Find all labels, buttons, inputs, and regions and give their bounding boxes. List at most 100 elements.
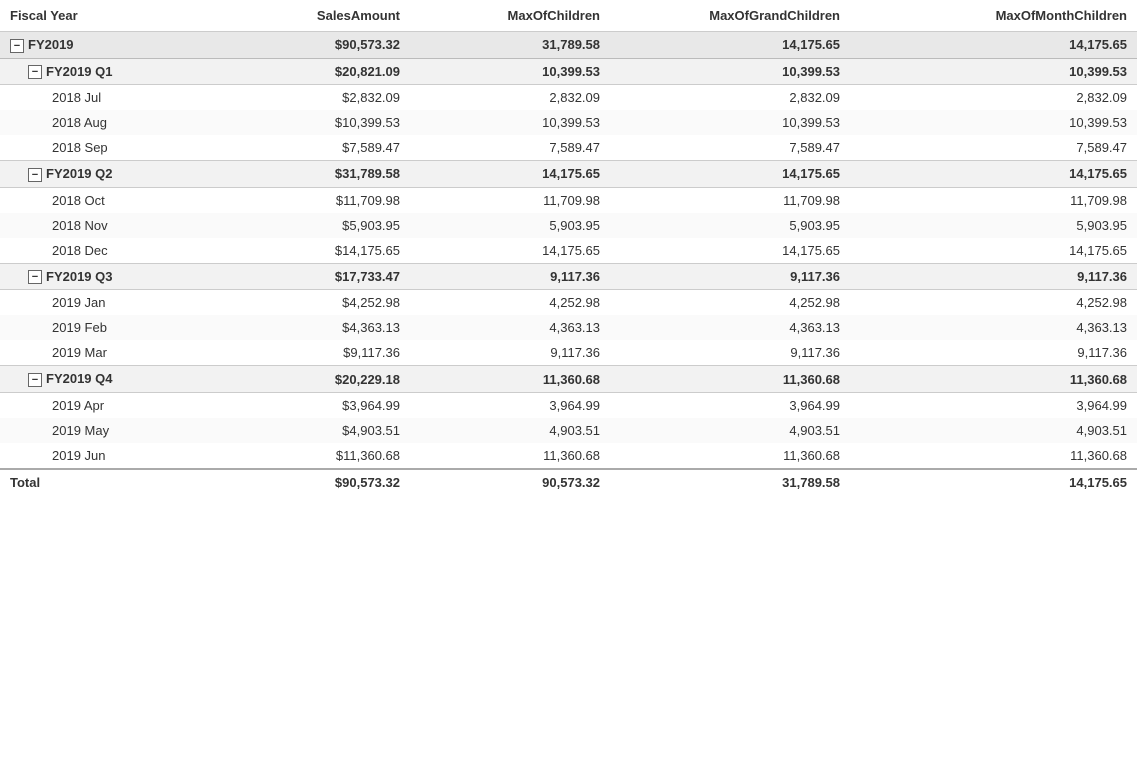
month-label: 2018 Nov xyxy=(0,213,210,238)
quarter-label: −FY2019 Q3 xyxy=(0,263,210,290)
table-row: 2019 Apr $3,964.99 3,964.99 3,964.99 3,9… xyxy=(0,392,1137,418)
max-grand-children: 10,399.53 xyxy=(610,110,850,135)
quarter-label-text: FY2019 Q3 xyxy=(46,269,113,284)
month-label: 2019 Jan xyxy=(0,290,210,316)
max-grand-children: 14,175.65 xyxy=(610,238,850,264)
max-children: 9,117.36 xyxy=(410,263,610,290)
max-month-children: 11,360.68 xyxy=(850,366,1137,393)
sales-amount: $31,789.58 xyxy=(210,161,410,188)
table-row: 2018 Aug $10,399.53 10,399.53 10,399.53 … xyxy=(0,110,1137,135)
quarter-label: −FY2019 Q4 xyxy=(0,366,210,393)
table-row: −FY2019 $90,573.32 31,789.58 14,175.65 1… xyxy=(0,32,1137,59)
sales-amount: $4,363.13 xyxy=(210,315,410,340)
month-label: 2018 Dec xyxy=(0,238,210,264)
sales-amount: $3,964.99 xyxy=(210,392,410,418)
expand-icon[interactable]: − xyxy=(28,65,42,79)
max-month-children: 10,399.53 xyxy=(850,58,1137,85)
month-label: 2019 Mar xyxy=(0,340,210,366)
fiscal-year-table: Fiscal Year SalesAmount MaxOfChildren Ma… xyxy=(0,0,1137,495)
max-grand-children: 11,709.98 xyxy=(610,187,850,213)
sales-amount: $11,709.98 xyxy=(210,187,410,213)
max-month-children: 7,589.47 xyxy=(850,135,1137,161)
sales-amount: $20,229.18 xyxy=(210,366,410,393)
max-children: 4,252.98 xyxy=(410,290,610,316)
max-month-children: 11,360.68 xyxy=(850,443,1137,469)
table-row: 2019 Jan $4,252.98 4,252.98 4,252.98 4,2… xyxy=(0,290,1137,316)
max-month-children: 3,964.99 xyxy=(850,392,1137,418)
expand-icon[interactable]: − xyxy=(28,168,42,182)
table-row: −FY2019 Q1 $20,821.09 10,399.53 10,399.5… xyxy=(0,58,1137,85)
max-grand-children: 11,360.68 xyxy=(610,443,850,469)
max-children: 10,399.53 xyxy=(410,58,610,85)
table-row: −FY2019 Q2 $31,789.58 14,175.65 14,175.6… xyxy=(0,161,1137,188)
table-row: 2019 Feb $4,363.13 4,363.13 4,363.13 4,3… xyxy=(0,315,1137,340)
max-month-children: 9,117.36 xyxy=(850,340,1137,366)
quarter-label-text: FY2019 Q1 xyxy=(46,64,113,79)
max-children: 11,360.68 xyxy=(410,366,610,393)
expand-icon[interactable]: − xyxy=(28,270,42,284)
max-month-children: 4,252.98 xyxy=(850,290,1137,316)
expand-icon[interactable]: − xyxy=(28,373,42,387)
max-children: 10,399.53 xyxy=(410,110,610,135)
header-max-grand-children: MaxOfGrandChildren xyxy=(610,0,850,32)
table-row: 2019 Mar $9,117.36 9,117.36 9,117.36 9,1… xyxy=(0,340,1137,366)
month-label: 2019 May xyxy=(0,418,210,443)
main-table-container: Fiscal Year SalesAmount MaxOfChildren Ma… xyxy=(0,0,1137,495)
max-grand-children: 14,175.65 xyxy=(610,161,850,188)
max-month-children: 11,709.98 xyxy=(850,187,1137,213)
sales-amount: $4,903.51 xyxy=(210,418,410,443)
table-row: 2018 Oct $11,709.98 11,709.98 11,709.98 … xyxy=(0,187,1137,213)
table-row: 2018 Nov $5,903.95 5,903.95 5,903.95 5,9… xyxy=(0,213,1137,238)
month-label: 2019 Jun xyxy=(0,443,210,469)
month-label: 2019 Feb xyxy=(0,315,210,340)
header-max-children: MaxOfChildren xyxy=(410,0,610,32)
max-grand-children: 2,832.09 xyxy=(610,85,850,111)
max-month-children: 10,399.53 xyxy=(850,110,1137,135)
max-children: 11,360.68 xyxy=(410,443,610,469)
sales-amount: $90,573.32 xyxy=(210,32,410,59)
max-grand-children: 11,360.68 xyxy=(610,366,850,393)
max-month-children: 14,175.65 xyxy=(850,32,1137,59)
table-row: 2019 Jun $11,360.68 11,360.68 11,360.68 … xyxy=(0,443,1137,469)
max-children: 4,363.13 xyxy=(410,315,610,340)
table-row: 2018 Sep $7,589.47 7,589.47 7,589.47 7,5… xyxy=(0,135,1137,161)
sales-amount: $5,903.95 xyxy=(210,213,410,238)
max-grand-children: 14,175.65 xyxy=(610,32,850,59)
max-children: 7,589.47 xyxy=(410,135,610,161)
sales-amount: $2,832.09 xyxy=(210,85,410,111)
max-month-children: 4,363.13 xyxy=(850,315,1137,340)
sales-amount: $7,589.47 xyxy=(210,135,410,161)
header-max-month-children: MaxOfMonthChildren xyxy=(850,0,1137,32)
max-children: 14,175.65 xyxy=(410,161,610,188)
month-label: 2019 Apr xyxy=(0,392,210,418)
max-grand-children: 7,589.47 xyxy=(610,135,850,161)
max-children: 11,709.98 xyxy=(410,187,610,213)
max-month-children: 14,175.65 xyxy=(850,469,1137,495)
sales-amount: $14,175.65 xyxy=(210,238,410,264)
max-grand-children: 5,903.95 xyxy=(610,213,850,238)
max-grand-children: 3,964.99 xyxy=(610,392,850,418)
month-label: 2018 Sep xyxy=(0,135,210,161)
sales-amount: $90,573.32 xyxy=(210,469,410,495)
quarter-label: −FY2019 Q1 xyxy=(0,58,210,85)
month-label: 2018 Jul xyxy=(0,85,210,111)
max-children: 3,964.99 xyxy=(410,392,610,418)
table-row: 2018 Dec $14,175.65 14,175.65 14,175.65 … xyxy=(0,238,1137,264)
sales-amount: $20,821.09 xyxy=(210,58,410,85)
max-month-children: 2,832.09 xyxy=(850,85,1137,111)
max-grand-children: 9,117.36 xyxy=(610,263,850,290)
table-row: Total $90,573.32 90,573.32 31,789.58 14,… xyxy=(0,469,1137,495)
quarter-label-text: FY2019 Q4 xyxy=(46,371,113,386)
table-row: −FY2019 Q4 $20,229.18 11,360.68 11,360.6… xyxy=(0,366,1137,393)
table-row: −FY2019 Q3 $17,733.47 9,117.36 9,117.36 … xyxy=(0,263,1137,290)
expand-icon[interactable]: − xyxy=(10,39,24,53)
max-month-children: 5,903.95 xyxy=(850,213,1137,238)
header-row: Fiscal Year SalesAmount MaxOfChildren Ma… xyxy=(0,0,1137,32)
max-children: 9,117.36 xyxy=(410,340,610,366)
sales-amount: $17,733.47 xyxy=(210,263,410,290)
max-children: 2,832.09 xyxy=(410,85,610,111)
month-label: 2018 Aug xyxy=(0,110,210,135)
total-label: Total xyxy=(0,469,210,495)
max-month-children: 9,117.36 xyxy=(850,263,1137,290)
sales-amount: $10,399.53 xyxy=(210,110,410,135)
